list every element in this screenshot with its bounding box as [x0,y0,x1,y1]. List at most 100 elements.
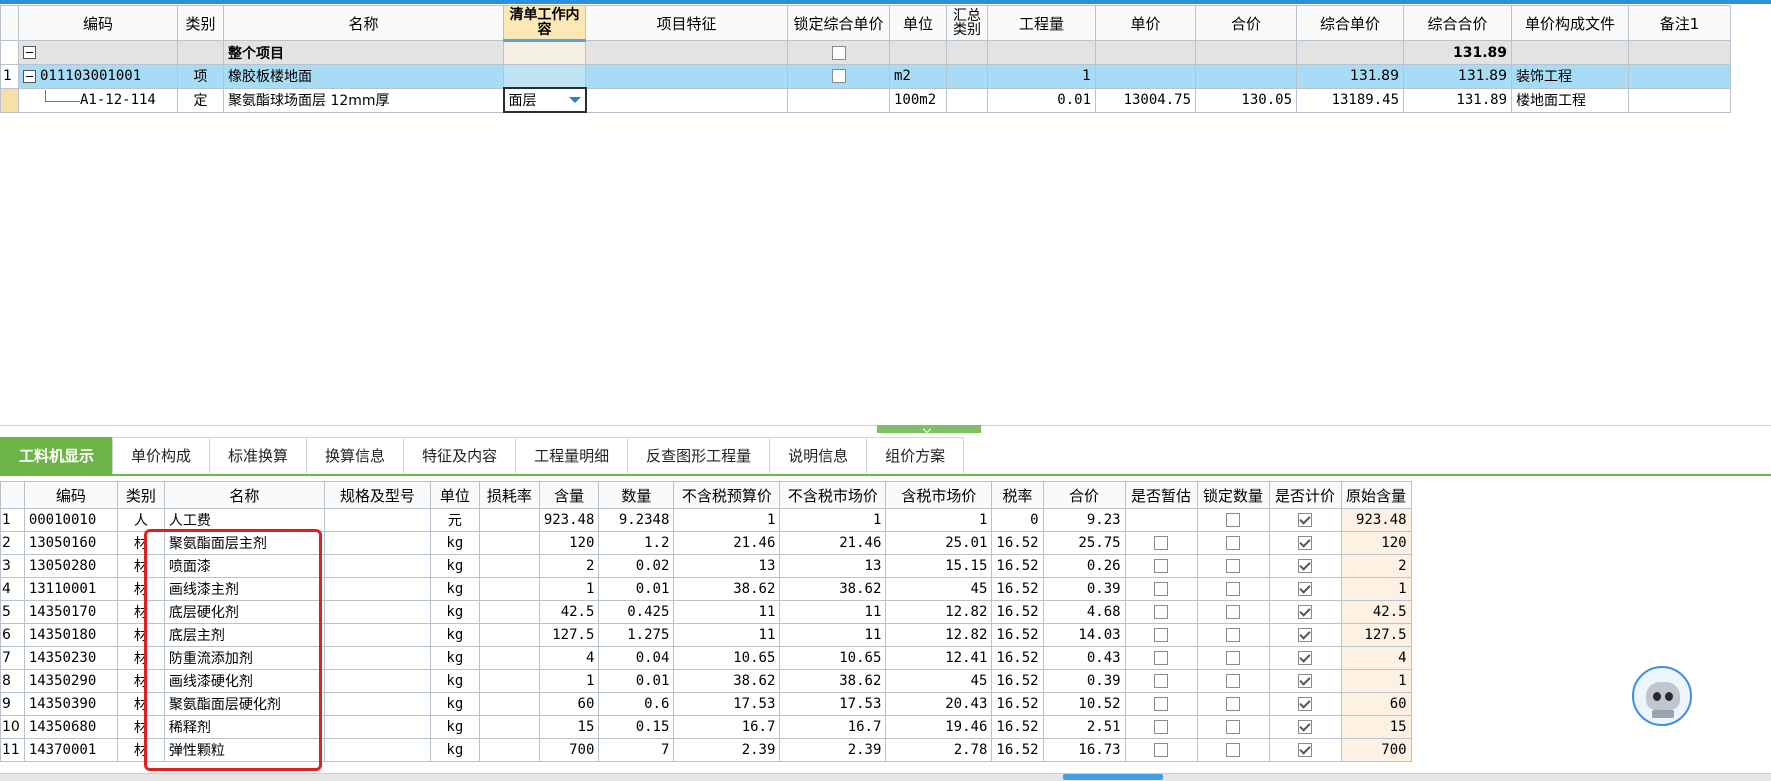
table-row[interactable]: 1 00010010 人人工费元 923.48 9.2348 1 1 1 0 9.23 923.48 [0,508,1412,532]
priced-checkbox[interactable] [1298,697,1313,711]
work-content-dropdown[interactable]: 面层 [502,87,587,113]
col-header-quantity[interactable]: 工程量 [987,5,1096,41]
col-header-unit[interactable]: 单位 [429,481,480,509]
col-header-work-content[interactable]: 清单工作内容 [503,5,586,42]
col-header-comp-total[interactable]: 综合合价 [1403,5,1512,41]
table-row[interactable]: 8 14350290 材画线漆硬化剂 kg 1 0.01 38.62 38.62 45 16.52… [0,669,1412,693]
priced-checkbox[interactable] [1298,674,1313,688]
col-header-content[interactable]: 含量 [538,481,600,509]
lock-quantity-checkbox[interactable] [1226,513,1241,527]
scrollbar-thumb[interactable] [1063,774,1163,780]
tab-standard-conversion[interactable]: 标准换算 [209,437,308,475]
lock-quantity-checkbox[interactable] [1226,697,1241,711]
estimate-checkbox[interactable] [1154,651,1169,665]
col-header-priced[interactable]: 是否计价 [1268,481,1342,509]
lock-quantity-checkbox[interactable] [1226,674,1241,688]
col-header-amount[interactable]: 合价 [1042,481,1126,509]
table-row[interactable]: 4 13110001 材画线漆主剂 kg 1 0.01 38.62 38.62 45 16.52 0… [0,577,1412,601]
tab-description[interactable]: 说明信息 [769,437,868,475]
lock-price-checkbox[interactable] [831,45,846,60]
estimate-checkbox[interactable] [1154,674,1169,688]
col-header-amount[interactable]: 合价 [1195,5,1297,41]
tab-price-composition[interactable]: 单价构成 [112,437,211,475]
lock-quantity-checkbox[interactable] [1226,582,1241,596]
col-header-comp-price[interactable]: 综合单价 [1296,5,1404,41]
col-header-name[interactable]: 名称 [163,481,325,509]
table-row[interactable]: 3 13050280 材喷面漆 kg 2 0.02 13 13 15.15 16.52 0.26 2 [0,554,1412,578]
tab-quantity-detail[interactable]: 工程量明细 [515,437,629,475]
collapse-toggle-icon[interactable] [23,69,36,83]
tab-graphic-quantity[interactable]: 反查图形工程量 [627,437,771,475]
tab-features-content[interactable]: 特征及内容 [403,437,517,475]
tab-pricing-plan[interactable]: 组价方案 [866,437,965,475]
col-header-summary-type[interactable]: 汇总类别 [946,5,988,41]
estimate-checkbox[interactable] [1154,536,1169,550]
col-header-loss-rate[interactable]: 损耗率 [478,481,540,509]
estimate-checkbox[interactable] [1154,605,1169,619]
table-row-whole-project[interactable]: 整个项目 131.89 [0,40,1731,65]
estimate-checkbox[interactable] [1154,743,1169,757]
col-header-spec[interactable]: 规格及型号 [323,481,431,509]
chevron-down-icon[interactable] [568,97,581,103]
priced-checkbox[interactable] [1298,513,1313,527]
priced-checkbox[interactable] [1298,605,1313,619]
priced-checkbox[interactable] [1298,559,1313,573]
priced-checkbox[interactable] [1298,582,1313,596]
col-header-budget-price[interactable]: 不含税预算价 [673,481,781,509]
table-row[interactable]: 9 14350390 材聚氨酯面层硬化剂 kg 60 0.6 17.53 17.53 20.43… [0,692,1412,716]
col-header-name[interactable]: 名称 [223,5,504,41]
col-header-code[interactable]: 编码 [18,5,178,41]
lock-quantity-checkbox[interactable] [1226,628,1241,642]
col-header-tax-rate[interactable]: 税率 [991,481,1044,509]
estimate-checkbox[interactable] [1154,582,1169,596]
col-header-type[interactable]: 类别 [177,5,224,41]
table-row[interactable]: 2 13050160 材聚氨酯面层主剂 kg 120 1.2 21.46 21.46 25.01… [0,531,1412,555]
tab-conversion-info[interactable]: 换算信息 [306,437,405,475]
table-row[interactable]: 10 14350680 材稀释剂 kg 15 0.15 16.7 16.7 19.46 16.52… [0,715,1412,739]
priced-checkbox[interactable] [1298,536,1313,550]
estimate-checkbox[interactable] [1154,559,1169,573]
lock-quantity-checkbox[interactable] [1226,559,1241,573]
col-header-quantity[interactable]: 数量 [598,481,675,509]
collapse-toggle-icon[interactable] [23,46,36,59]
col-header-price-file[interactable]: 单价构成文件 [1511,5,1629,41]
tab-labor-material[interactable]: 工料机显示 [0,437,114,475]
priced-checkbox[interactable] [1298,720,1313,734]
table-row[interactable]: 5 14350170 材底层硬化剂 kg 42.5 0.425 11 11 12.82 16.52… [0,600,1412,624]
table-row-item[interactable]: 1 011103001001 项 橡胶板楼地面 m2 1 131.89 131.… [0,64,1731,89]
col-header-unit[interactable]: 单位 [889,5,947,41]
lock-price-checkbox[interactable] [831,69,846,84]
priced-checkbox[interactable] [1298,628,1313,642]
assistant-robot-icon[interactable] [1632,666,1692,726]
whole-project-total: 131.89 [1403,40,1512,65]
priced-checkbox[interactable] [1298,743,1313,757]
estimate-checkbox[interactable] [1154,628,1169,642]
lock-quantity-checkbox[interactable] [1226,720,1241,734]
splitter-collapse-handle[interactable] [877,425,981,433]
col-header-lock-qty[interactable]: 锁定数量 [1196,481,1270,509]
col-header-estimate[interactable]: 是否暂估 [1124,481,1198,509]
col-header-code[interactable]: 编码 [23,481,118,509]
col-header-original-content[interactable]: 原始含量 [1340,481,1412,509]
estimate-checkbox[interactable] [1154,697,1169,711]
col-header-remark[interactable]: 备注1 [1628,5,1731,41]
priced-checkbox[interactable] [1298,651,1313,665]
table-row[interactable]: 6 14350180 材底层主剂 kg 127.5 1.275 11 11 12.82 16.52… [0,623,1412,647]
col-header-tax-market-price[interactable]: 含税市场价 [885,481,993,509]
tree-connector [45,90,80,102]
table-row[interactable]: 7 14350230 材防重流添加剂 kg 4 0.04 10.65 10.65 12.41 16… [0,646,1412,670]
lock-quantity-checkbox[interactable] [1226,651,1241,665]
table-row[interactable]: 11 14370001 材弹性颗粒 kg 700 7 2.39 2.39 2.78 16.52 16… [0,738,1412,762]
col-header-market-price[interactable]: 不含税市场价 [779,481,887,509]
table-row-quota[interactable]: A1-12-114 定 聚氨酯球场面层 12mm厚 面层 100m2 0.01 … [0,87,1731,113]
lock-quantity-checkbox[interactable] [1226,536,1241,550]
lock-quantity-checkbox[interactable] [1226,743,1241,757]
estimate-checkbox[interactable] [1154,720,1169,734]
bill-items-grid: 编码 类别 名称 清单工作内容 项目特征 锁定综合单价 单位 汇总类别 工程量 … [0,5,1731,113]
labor-material-grid: 编码 类别 名称 规格及型号 单位 损耗率 含量 数量 不含税预算价 不含税市场… [0,481,1412,762]
col-header-features[interactable]: 项目特征 [585,5,788,41]
col-header-lock-price[interactable]: 锁定综合单价 [787,5,890,41]
lock-quantity-checkbox[interactable] [1226,605,1241,619]
col-header-type[interactable]: 类别 [116,481,165,509]
col-header-unit-price[interactable]: 单价 [1095,5,1196,41]
